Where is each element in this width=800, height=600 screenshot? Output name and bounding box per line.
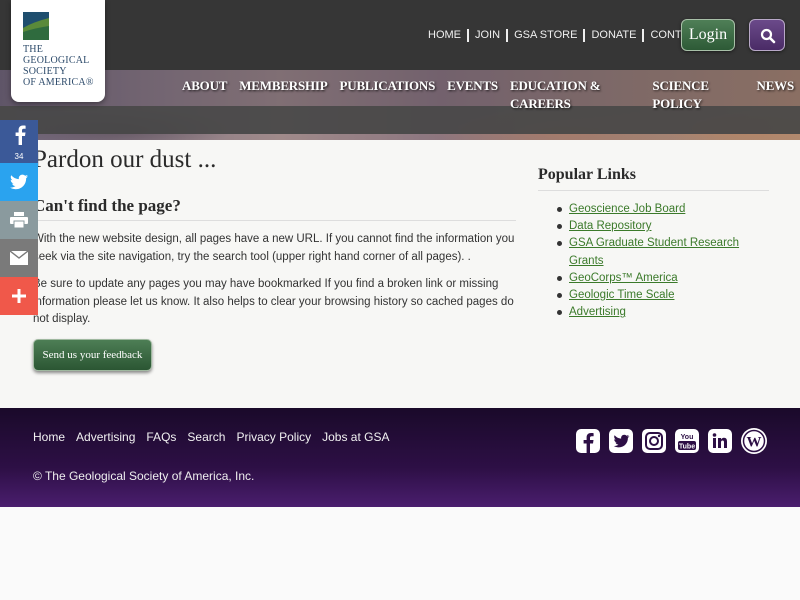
footer-link-search[interactable]: Search <box>187 430 225 444</box>
share-email-button[interactable] <box>0 239 38 277</box>
list-item: Geologic Time Scale <box>557 287 769 304</box>
list-item: Geoscience Job Board <box>557 201 769 218</box>
wordpress-icon[interactable]: W <box>740 427 768 455</box>
logo-line: OF AMERICA® <box>23 77 94 88</box>
util-nav-gsa-store[interactable]: GSA STORE <box>506 29 583 42</box>
nav-publications[interactable]: PUBLICATIONS <box>334 77 442 113</box>
info-paragraph: With the new website design, all pages h… <box>33 233 515 263</box>
svg-text:You: You <box>681 434 694 441</box>
copyright-text: © The Geological Society of America, Inc… <box>33 469 255 483</box>
nav-events[interactable]: EVENTS <box>441 77 504 113</box>
link-geoscience-job-board[interactable]: Geoscience Job Board <box>569 203 685 215</box>
logo-line: SOCIETY <box>23 66 67 77</box>
list-item: Data Repository <box>557 218 769 235</box>
popular-links-title: Popular Links <box>538 166 769 191</box>
instagram-icon[interactable] <box>641 428 667 454</box>
plus-icon <box>12 289 26 303</box>
util-nav-donate[interactable]: DONATE <box>583 29 642 42</box>
twitter-icon[interactable] <box>608 428 634 454</box>
link-advertising[interactable]: Advertising <box>569 306 626 318</box>
nav-education-careers[interactable]: EDUCATION & CAREERS <box>504 77 646 113</box>
footer-link-privacy-policy[interactable]: Privacy Policy <box>236 430 311 444</box>
email-icon <box>10 251 28 265</box>
link-geologic-time-scale[interactable]: Geologic Time Scale <box>569 289 674 301</box>
page-title: Pardon our dust ... <box>33 146 217 173</box>
share-print-button[interactable] <box>0 201 38 239</box>
link-graduate-student-grants[interactable]: GSA Graduate Student Research Grants <box>569 237 739 266</box>
logo-line: THE <box>23 44 44 55</box>
svg-text:W: W <box>747 435 762 451</box>
search-button[interactable] <box>749 19 785 51</box>
list-item: Advertising <box>557 304 769 321</box>
share-more-button[interactable] <box>0 277 38 315</box>
twitter-icon <box>10 174 28 190</box>
linkedin-icon[interactable] <box>707 428 733 454</box>
footer <box>0 408 800 507</box>
facebook-icon <box>15 125 26 145</box>
footer-link-advertising[interactable]: Advertising <box>76 430 135 444</box>
footer-link-jobs[interactable]: Jobs at GSA <box>322 430 389 444</box>
nav-science-policy[interactable]: SCIENCE POLICY <box>646 77 750 113</box>
info-paragraph: Be sure to update any pages you may have… <box>33 278 514 325</box>
login-button[interactable]: Login <box>681 19 735 51</box>
utility-nav: HOME JOIN GSA STORE DONATE CONTACT <box>422 29 709 42</box>
logo-line: GEOLOGICAL <box>23 55 90 66</box>
print-icon <box>10 212 28 228</box>
util-nav-home[interactable]: HOME <box>422 29 467 42</box>
footer-link-faqs[interactable]: FAQs <box>146 430 176 444</box>
list-item: GSA Graduate Student Research Grants <box>557 235 769 269</box>
popular-links-list: Geoscience Job Board Data Repository GSA… <box>557 201 769 321</box>
share-facebook-button[interactable]: 34 <box>0 120 38 163</box>
nav-membership[interactable]: MEMBERSHIP <box>233 77 333 113</box>
send-feedback-button[interactable]: Send us your feedback <box>33 339 152 371</box>
link-data-repository[interactable]: Data Repository <box>569 220 651 232</box>
share-twitter-button[interactable] <box>0 163 38 201</box>
svg-text:Tube: Tube <box>679 444 695 451</box>
main-nav: ABOUT MEMBERSHIP PUBLICATIONS EVENTS EDU… <box>176 77 800 113</box>
gsa-logo-mark-icon <box>23 12 49 40</box>
footer-link-home[interactable]: Home <box>33 430 65 444</box>
search-icon <box>760 28 776 44</box>
gsa-logo[interactable]: THE GEOLOGICAL SOCIETY OF AMERICA® <box>11 0 105 102</box>
facebook-share-count: 34 <box>14 152 24 161</box>
list-item: GeoCorps™ America <box>557 270 769 287</box>
util-nav-join[interactable]: JOIN <box>467 29 506 42</box>
youtube-icon[interactable]: You Tube <box>674 428 700 454</box>
facebook-icon[interactable] <box>575 428 601 454</box>
footer-nav: Home Advertising FAQs Search Privacy Pol… <box>33 430 401 444</box>
page-subtitle: Can't find the page? <box>33 196 516 221</box>
gsa-logo-text: THE GEOLOGICAL SOCIETY OF AMERICA® <box>23 44 103 88</box>
nav-news[interactable]: NEWS <box>751 77 800 113</box>
page-bottom-area <box>0 507 800 600</box>
link-geocorps[interactable]: GeoCorps™ America <box>569 272 678 284</box>
nav-about[interactable]: ABOUT <box>176 77 233 113</box>
